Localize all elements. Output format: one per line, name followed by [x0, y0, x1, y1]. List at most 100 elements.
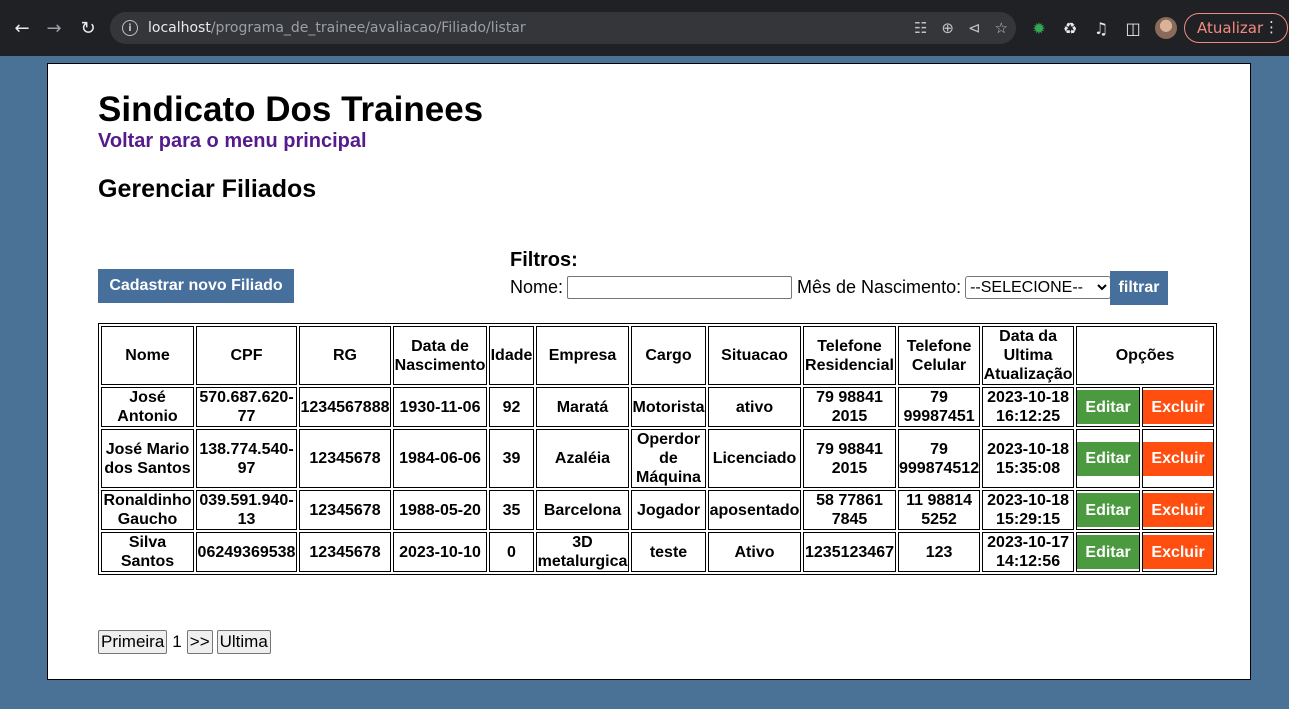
cell-cargo: Operdor de Máquina [631, 429, 706, 488]
cell-nome: Silva Santos [101, 532, 194, 572]
current-page-number: 1 [172, 632, 182, 651]
members-table: Nome CPF RG Data de Nascimento Idade Emp… [98, 323, 1218, 575]
cell-ultima-atualizacao: 2023-10-18 16:12:25 [982, 387, 1075, 427]
site-info-icon[interactable]: i [122, 20, 138, 36]
reload-icon[interactable]: ↻ [74, 14, 102, 42]
update-label: Atualizar [1197, 19, 1264, 37]
edit-cell: Editar [1076, 429, 1141, 488]
back-to-menu-link[interactable]: Voltar para o menu principal [98, 130, 367, 153]
forward-arrow-icon[interactable]: → [40, 14, 68, 42]
cell-empresa: 3D metalurgica [536, 532, 629, 572]
zoom-icon[interactable]: ⊕ [941, 19, 954, 37]
profile-avatar[interactable] [1155, 17, 1177, 39]
cell-empresa: Barcelona [536, 490, 629, 530]
delete-cell: Excluir [1142, 387, 1215, 427]
name-filter-input[interactable] [567, 276, 793, 299]
media-queue-icon[interactable]: ♫ [1089, 16, 1113, 40]
cell-idade: 0 [489, 532, 534, 572]
month-filter-select[interactable]: --SELECIONE-- [965, 276, 1112, 299]
cell-telefone-celular: 11 98814 5252 [898, 490, 981, 530]
bookmark-star-icon[interactable]: ☆ [995, 19, 1008, 37]
cell-rg: 1234567888 [299, 387, 391, 427]
site-title: Sindicato Dos Trainees [98, 90, 484, 129]
extension-gear-icon[interactable]: ✹ [1027, 16, 1051, 40]
edit-button[interactable]: Editar [1077, 535, 1140, 569]
last-page-button[interactable]: Ultima [216, 630, 271, 654]
browser-toolbar: ← → ↻ i localhost/programa_de_trainee/av… [0, 0, 1289, 56]
name-filter-label: Nome: [510, 277, 564, 297]
col-header-cpf: CPF [196, 326, 297, 385]
cell-situacao: Ativo [708, 532, 801, 572]
cell-situacao: ativo [708, 387, 801, 427]
edit-button[interactable]: Editar [1077, 441, 1140, 476]
delete-button[interactable]: Excluir [1143, 441, 1214, 476]
month-filter-label: Mês de Nascimento: [797, 277, 962, 297]
cell-nome: José Antonio [101, 387, 194, 427]
col-header-empresa: Empresa [536, 326, 629, 385]
cell-ultima-atualizacao: 2023-10-18 15:35:08 [982, 429, 1075, 488]
delete-cell: Excluir [1142, 429, 1215, 488]
translate-icon[interactable]: ☷ [914, 19, 927, 37]
cell-nascimento: 1988-05-20 [393, 490, 487, 530]
cell-situacao: aposentado [708, 490, 801, 530]
cell-ultima-atualizacao: 2023-10-17 14:12:56 [982, 532, 1075, 572]
edit-button[interactable]: Editar [1077, 493, 1140, 527]
edit-cell: Editar [1076, 490, 1141, 530]
table-row: Ronaldinho Gaucho 039.591.940-13 1234567… [101, 490, 1215, 530]
filter-button[interactable]: filtrar [1110, 271, 1168, 305]
col-header-opcoes: Opções [1076, 326, 1215, 385]
cell-cargo: Motorista [631, 387, 706, 427]
cell-cargo: teste [631, 532, 706, 572]
section-title: Gerenciar Filiados [98, 175, 317, 203]
cell-telefone-celular: 123 [898, 532, 981, 572]
next-page-button[interactable]: >> [186, 630, 213, 654]
table-row: José Antonio 570.687.620-77 1234567888 1… [101, 387, 1215, 427]
filters-row: Nome: Mês de Nascimento: --SELECIONE-- [510, 276, 1112, 299]
cell-telefone-residencial: 1235123467 [803, 532, 896, 572]
table-row: José Mario dos Santos 138.774.540-97 123… [101, 429, 1215, 488]
col-header-nome: Nome [101, 326, 194, 385]
extensions-puzzle-icon[interactable]: ♻ [1058, 16, 1082, 40]
back-arrow-icon[interactable]: ← [8, 14, 36, 42]
cell-nascimento: 1930-11-06 [393, 387, 487, 427]
table-row: Silva Santos 06249369538 12345678 2023-1… [101, 532, 1215, 572]
col-header-nascimento: Data de Nascimento [393, 326, 487, 385]
menu-dots-icon[interactable]: ⋮ [1264, 18, 1279, 36]
address-bar[interactable]: i localhost/programa_de_trainee/avaliaca… [110, 12, 1016, 44]
update-button[interactable]: Atualizar ⋮ [1184, 13, 1288, 43]
delete-cell: Excluir [1142, 490, 1215, 530]
cell-idade: 92 [489, 387, 534, 427]
cell-cpf: 138.774.540-97 [196, 429, 297, 488]
cell-cargo: Jogador [631, 490, 706, 530]
col-header-ultima-atualizacao: Data da Ultima Atualização [982, 326, 1075, 385]
pagination: Primeira 1 >> Ultima [98, 630, 271, 654]
first-page-button[interactable]: Primeira [98, 630, 168, 654]
cell-cpf: 039.591.940-13 [196, 490, 297, 530]
cell-telefone-celular: 79 999874512 [898, 429, 981, 488]
cell-rg: 12345678 [299, 429, 391, 488]
edit-button[interactable]: Editar [1077, 390, 1140, 424]
cell-telefone-residencial: 79 98841 2015 [803, 429, 896, 488]
cell-nome: José Mario dos Santos [101, 429, 194, 488]
cell-idade: 35 [489, 490, 534, 530]
cell-empresa: Maratá [536, 387, 629, 427]
cell-rg: 12345678 [299, 532, 391, 572]
cell-telefone-residencial: 79 98841 2015 [803, 387, 896, 427]
delete-button[interactable]: Excluir [1143, 390, 1214, 424]
cell-nome: Ronaldinho Gaucho [101, 490, 194, 530]
cell-nascimento: 1984-06-06 [393, 429, 487, 488]
delete-button[interactable]: Excluir [1143, 535, 1214, 569]
col-header-situacao: Situacao [708, 326, 801, 385]
new-member-button[interactable]: Cadastrar novo Filiado [98, 269, 294, 303]
cell-ultima-atualizacao: 2023-10-18 15:29:15 [982, 490, 1075, 530]
share-icon[interactable]: ⊲ [968, 19, 981, 37]
filters-title: Filtros: [510, 249, 578, 271]
col-header-idade: Idade [489, 326, 534, 385]
delete-button[interactable]: Excluir [1143, 493, 1214, 527]
col-header-rg: RG [299, 326, 391, 385]
cell-telefone-residencial: 58 77861 7845 [803, 490, 896, 530]
edit-cell: Editar [1076, 532, 1141, 572]
side-panel-icon[interactable]: ◫ [1121, 16, 1145, 40]
page-container: Sindicato Dos Trainees Voltar para o men… [47, 63, 1251, 680]
url-host: localhost [148, 20, 211, 36]
